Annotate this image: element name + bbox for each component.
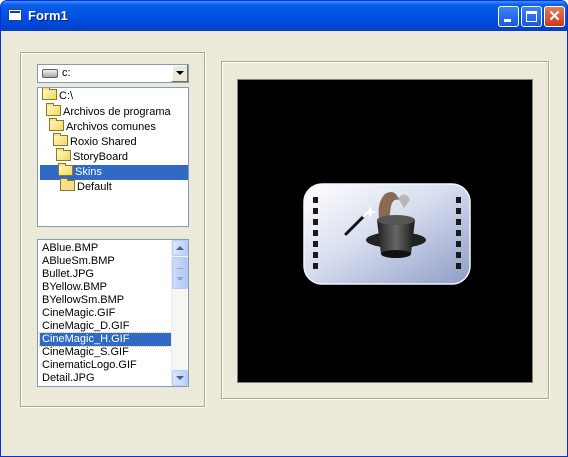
dir-item-label: Archivos de programa xyxy=(63,106,171,118)
dir-item-archivos-de-programa[interactable]: Archivos de programa xyxy=(46,103,171,120)
form1-window: Form1 ✕ c: C:\ Archivos de programa Arch… xyxy=(0,0,568,457)
maximize-button[interactable] xyxy=(521,6,542,27)
dir-item-archivos-comunes[interactable]: Archivos comunes xyxy=(49,118,156,135)
folder-icon xyxy=(60,178,75,191)
file-item[interactable]: ABlue.BMP xyxy=(40,242,171,255)
file-item[interactable]: BYellowSm.BMP xyxy=(40,294,171,307)
open-folder-icon xyxy=(42,88,57,100)
file-item[interactable]: CineMagic_D.GIF xyxy=(40,320,171,333)
directory-list[interactable]: C:\ Archivos de programa Archivos comune… xyxy=(37,87,189,227)
scroll-down-button[interactable] xyxy=(172,370,188,386)
close-button[interactable]: ✕ xyxy=(544,6,565,27)
dir-item-label: Roxio Shared xyxy=(70,136,137,148)
file-item[interactable]: Detail.JPG xyxy=(40,372,171,385)
dir-item-default[interactable]: Default xyxy=(60,178,112,195)
dir-item-root[interactable]: C:\ xyxy=(42,88,74,104)
scroll-thumb[interactable] xyxy=(172,257,188,289)
dir-item-roxio-shared[interactable]: Roxio Shared xyxy=(53,133,137,150)
minimize-icon xyxy=(504,19,511,22)
dir-item-label: Skins xyxy=(75,166,102,178)
open-folder-icon xyxy=(46,103,61,116)
open-folder-icon xyxy=(53,133,68,146)
dir-item-storyboard[interactable]: StoryBoard xyxy=(56,148,129,165)
file-list-scrollbar[interactable] xyxy=(171,240,188,386)
scroll-up-button[interactable] xyxy=(172,240,188,256)
cinemagic-logo-icon xyxy=(303,183,471,285)
close-icon: ✕ xyxy=(548,8,561,25)
dir-item-label: Default xyxy=(77,181,112,193)
file-list[interactable]: ABlue.BMP ABlueSm.BMP Bullet.JPG BYellow… xyxy=(37,239,189,387)
file-item[interactable]: Bullet.JPG xyxy=(40,268,171,281)
drive-combo-dropdown-button[interactable] xyxy=(171,65,188,82)
drive-combo[interactable]: c: xyxy=(37,64,189,83)
open-folder-icon xyxy=(58,163,73,176)
file-item[interactable]: CinematicLogo.GIF xyxy=(40,359,171,372)
file-item-selected[interactable]: CineMagic_H.GIF xyxy=(39,332,172,347)
file-item[interactable]: BYellow.BMP xyxy=(40,281,171,294)
dir-item-label: StoryBoard xyxy=(73,151,129,163)
maximize-icon xyxy=(526,11,537,22)
form-icon[interactable] xyxy=(8,9,22,21)
file-item[interactable]: ABlueSm.BMP xyxy=(40,255,171,268)
open-folder-icon xyxy=(56,148,71,161)
file-item[interactable]: CineMagic_S.GIF xyxy=(40,346,171,359)
image-preview xyxy=(237,79,533,383)
drive-icon xyxy=(42,69,58,78)
drive-combo-value: c: xyxy=(62,67,71,79)
file-item[interactable]: CineMagic.GIF xyxy=(40,307,171,320)
dir-item-label: Archivos comunes xyxy=(66,121,156,133)
minimize-button[interactable] xyxy=(498,6,519,27)
window-title: Form1 xyxy=(28,8,68,23)
dir-item-label: C:\ xyxy=(59,90,74,102)
open-folder-icon xyxy=(49,118,64,131)
title-bar[interactable]: Form1 ✕ xyxy=(1,1,567,31)
